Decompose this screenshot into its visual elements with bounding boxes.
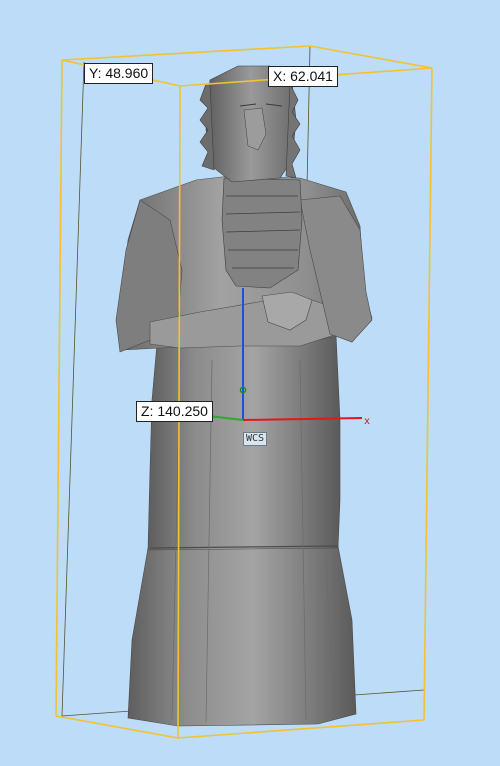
wcs-label: WCS [243, 432, 268, 446]
scene-canvas[interactable] [0, 0, 500, 766]
z-dimension-label: Z: 140.250 [136, 401, 213, 422]
x-axis-label: x [364, 416, 371, 427]
y-dimension-label: Y: 48.960 [84, 63, 154, 84]
3d-viewport[interactable]: Y: 48.960 X: 62.041 Z: 140.250 WCS x [0, 0, 500, 766]
x-dimension-label: X: 62.041 [268, 66, 338, 87]
